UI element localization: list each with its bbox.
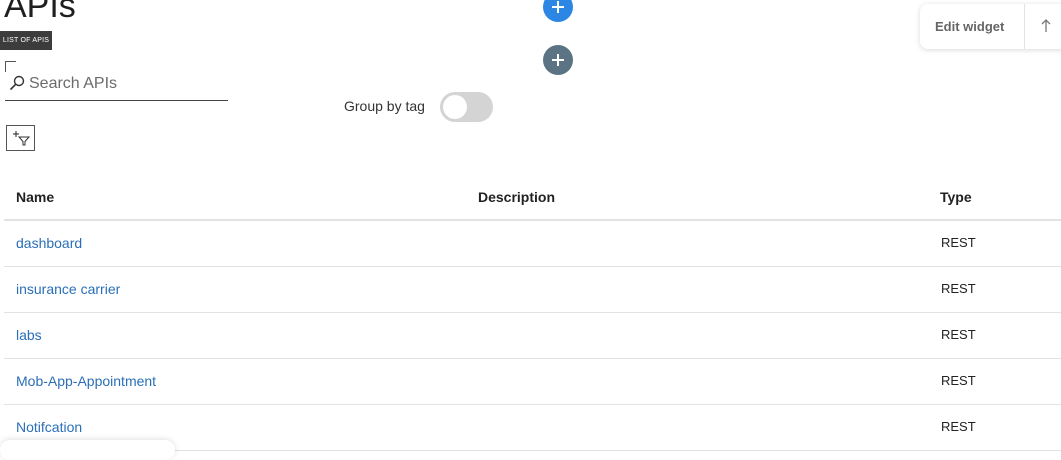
table-header: Name Description Type — [4, 174, 1061, 221]
plus-icon — [552, 54, 564, 66]
table-row: dashboard REST — [4, 221, 1061, 267]
api-name-link[interactable]: dashboard — [16, 235, 82, 251]
arrow-up-icon[interactable] — [1039, 18, 1053, 34]
column-header-name[interactable]: Name — [16, 189, 54, 205]
plus-icon — [552, 1, 564, 13]
group-by-tag-label: Group by tag — [344, 98, 425, 114]
api-name-link[interactable]: insurance carrier — [16, 281, 120, 297]
api-name-link[interactable]: Mob-App-Appointment — [16, 373, 156, 389]
table-row: labs REST — [4, 313, 1061, 359]
section-tag: LIST OF APIS — [0, 31, 52, 50]
bottom-panel-edge — [0, 440, 175, 460]
add-filter-icon — [13, 131, 31, 146]
page-title: APIs — [4, 0, 76, 25]
api-type: REST — [941, 327, 976, 342]
api-type: REST — [941, 235, 976, 250]
search-field[interactable] — [5, 68, 228, 101]
group-by-tag-toggle[interactable] — [440, 92, 493, 122]
add-api-button[interactable] — [543, 0, 573, 22]
search-icon — [9, 75, 25, 91]
edit-widget-panel: Edit widget — [920, 4, 1061, 49]
edit-widget-button[interactable]: Edit widget — [935, 19, 1004, 34]
add-filter-button[interactable] — [6, 125, 35, 151]
table-row: insurance carrier REST — [4, 267, 1061, 313]
table-row: Mob-App-Appointment REST — [4, 359, 1061, 405]
api-name-link[interactable]: labs — [16, 327, 42, 343]
api-type: REST — [941, 373, 976, 388]
column-header-type[interactable]: Type — [940, 189, 972, 205]
column-header-description[interactable]: Description — [478, 189, 555, 205]
search-input[interactable] — [29, 72, 224, 96]
add-button-secondary[interactable] — [543, 45, 573, 75]
toggle-knob — [443, 95, 467, 119]
api-type: REST — [941, 419, 976, 434]
api-type: REST — [941, 281, 976, 296]
apis-table: Name Description Type dashboard REST ins… — [4, 174, 1061, 451]
api-name-link[interactable]: Notifcation — [16, 419, 82, 435]
divider — [1024, 4, 1025, 49]
